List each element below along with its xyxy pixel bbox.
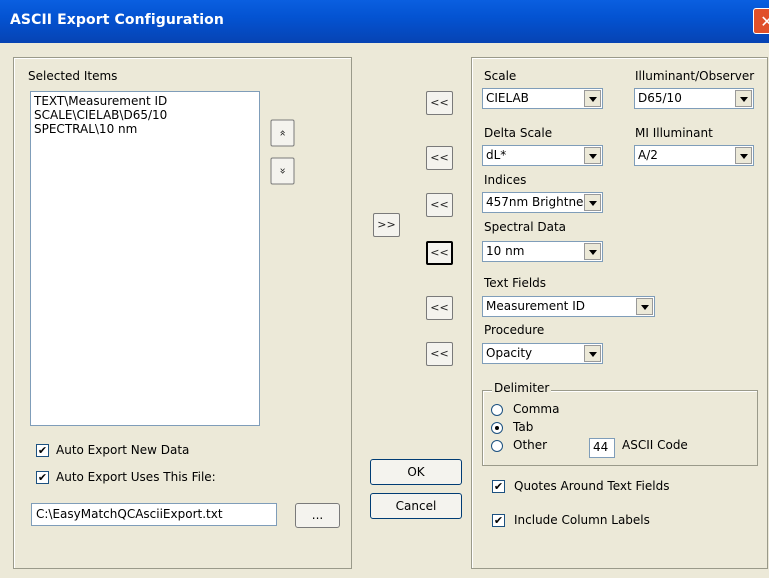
chevron-down-icon[interactable] (735, 147, 752, 164)
auto-export-file-checkbox[interactable]: ✔ (36, 471, 49, 484)
column-labels-label: Include Column Labels (514, 513, 650, 527)
mi-illuminant-select[interactable]: A/2 (634, 145, 754, 166)
mi-illuminant-value: A/2 (638, 148, 658, 162)
text-fields-label: Text Fields (484, 276, 547, 290)
spectral-label: Spectral Data (484, 220, 567, 234)
chevron-down-icon[interactable] (584, 147, 601, 164)
indices-label: Indices (484, 173, 527, 187)
indices-select[interactable]: 457nm Brightnes (482, 192, 603, 213)
ascii-code-field[interactable]: 44 (589, 438, 615, 458)
ascii-code-label: ASCII Code (622, 438, 688, 452)
tab-radio[interactable] (491, 422, 503, 434)
title-bar: ASCII Export Configuration ✕ (0, 0, 769, 43)
illuminant-label: Illuminant/Observer (635, 69, 755, 83)
comma-radio[interactable] (491, 404, 503, 416)
list-item[interactable]: SPECTRAL\10 nm (34, 122, 256, 136)
scale-label: Scale (484, 69, 517, 83)
auto-export-file-label: Auto Export Uses This File: (56, 470, 216, 484)
delta-scale-label: Delta Scale (484, 126, 553, 140)
illuminant-select[interactable]: D65/10 (634, 88, 754, 109)
add-procedure-button[interactable]: << (426, 342, 453, 366)
add-delta-scale-button[interactable]: << (426, 146, 453, 170)
comma-label: Comma (513, 402, 560, 416)
spectral-select[interactable]: 10 nm (482, 241, 603, 262)
procedure-label: Procedure (484, 323, 545, 337)
chevron-down-icon[interactable] (584, 345, 601, 362)
cancel-button[interactable]: Cancel (370, 493, 462, 519)
chevron-down-icon[interactable] (636, 298, 653, 315)
quotes-label: Quotes Around Text Fields (514, 479, 670, 493)
ok-button[interactable]: OK (370, 459, 462, 485)
other-radio[interactable] (491, 440, 503, 452)
other-label: Other (513, 438, 548, 452)
auto-export-new-checkbox[interactable]: ✔ (36, 444, 49, 457)
procedure-value: Opacity (486, 346, 533, 360)
indices-value: 457nm Brightnes (486, 195, 586, 209)
add-spectral-button[interactable]: << (426, 241, 453, 265)
quotes-checkbox[interactable]: ✔ (492, 480, 505, 493)
scale-value: CIELAB (486, 91, 529, 105)
move-up-button[interactable]: « (270, 119, 295, 147)
spectral-value: 10 nm (486, 244, 525, 258)
selected-items-label: Selected Items (28, 69, 118, 83)
add-text-fields-button[interactable]: << (426, 296, 453, 320)
move-down-button[interactable]: » (270, 157, 295, 185)
text-fields-value: Measurement ID (486, 299, 585, 313)
chevron-down-icon[interactable] (584, 243, 601, 260)
delta-scale-value: dL* (486, 148, 507, 162)
list-item[interactable]: SCALE\CIELAB\D65/10 (34, 108, 256, 122)
chevron-down-icon[interactable] (584, 90, 601, 107)
window-title: ASCII Export Configuration (10, 12, 224, 28)
illuminant-value: D65/10 (638, 91, 682, 105)
scale-select[interactable]: CIELAB (482, 88, 603, 109)
text-fields-select[interactable]: Measurement ID (482, 296, 655, 317)
auto-export-new-label: Auto Export New Data (56, 443, 190, 457)
file-path-field[interactable]: C:\EasyMatchQCAsciiExport.txt (31, 503, 277, 526)
selected-items-list[interactable]: TEXT\Measurement ID SCALE\CIELAB\D65/10 … (30, 91, 260, 426)
browse-button[interactable]: ... (295, 503, 340, 528)
list-item[interactable]: TEXT\Measurement ID (34, 94, 256, 108)
chevron-down-icon[interactable] (584, 194, 601, 211)
delimiter-legend: Delimiter (492, 381, 552, 395)
chevron-down-icon[interactable] (735, 90, 752, 107)
remove-item-button[interactable]: >> (373, 213, 400, 237)
add-scale-button[interactable]: << (426, 91, 453, 115)
close-button[interactable]: ✕ (753, 8, 769, 34)
delta-scale-select[interactable]: dL* (482, 145, 603, 166)
procedure-select[interactable]: Opacity (482, 343, 603, 364)
tab-label: Tab (513, 420, 534, 434)
mi-illuminant-label: MI Illuminant (635, 126, 713, 140)
column-labels-checkbox[interactable]: ✔ (492, 514, 505, 527)
add-indices-button[interactable]: << (426, 193, 453, 217)
